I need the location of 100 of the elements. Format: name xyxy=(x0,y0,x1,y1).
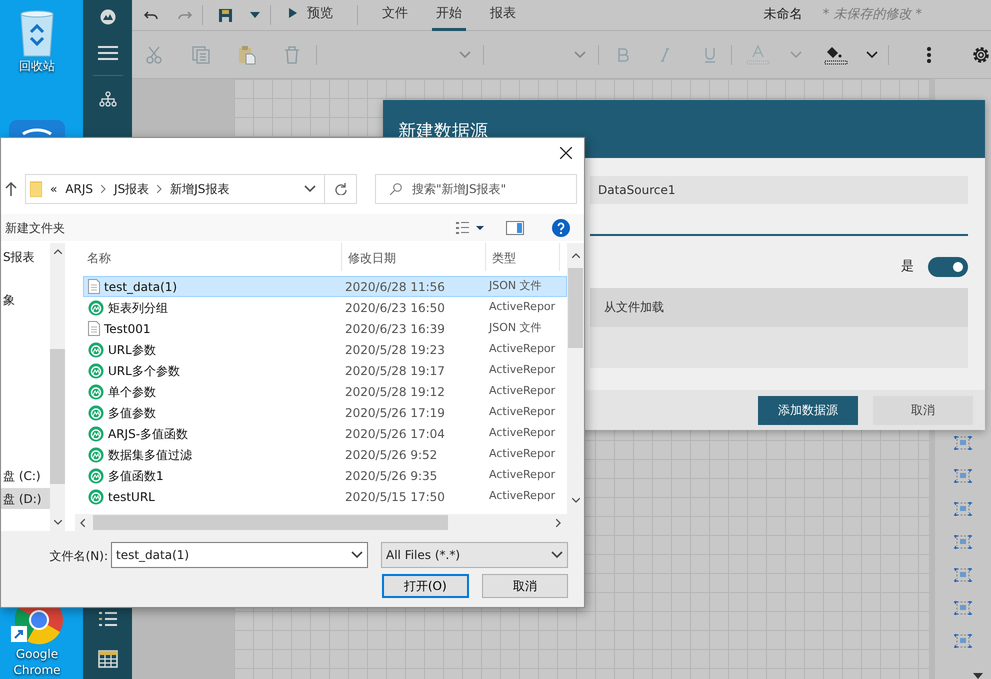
name-field[interactable]: DataSource1 xyxy=(590,176,968,204)
preview-button[interactable]: 预览 xyxy=(285,0,337,30)
refresh-icon[interactable] xyxy=(334,183,346,195)
file-name: ARJS-多值函数 xyxy=(108,426,188,442)
settings-icon[interactable] xyxy=(971,44,991,64)
scroll-right-icon[interactable] xyxy=(556,518,561,526)
layout-icon[interactable] xyxy=(954,634,972,648)
layout-icon[interactable] xyxy=(954,601,972,615)
toggle-label: 是 xyxy=(901,258,914,276)
path-segment[interactable]: 新增JS报表 xyxy=(170,180,230,198)
file-type: ActiveRepor xyxy=(488,425,556,442)
font-color-icon[interactable] xyxy=(746,44,770,64)
toggle-switch[interactable] xyxy=(928,257,968,277)
file-row[interactable]: 数据集多值过滤 2020/5/26 9:52 ActiveRepor xyxy=(83,444,567,465)
menu-tab[interactable]: 报表 xyxy=(486,0,520,30)
view-options-icon[interactable] xyxy=(456,222,484,234)
file-date: 2020/5/26 9:52 xyxy=(344,446,438,464)
scroll-thumb[interactable] xyxy=(93,515,448,530)
file-date: 2020/5/26 17:04 xyxy=(344,426,446,442)
undo-icon[interactable] xyxy=(144,10,158,20)
caret-icon[interactable] xyxy=(351,551,363,559)
report-file-icon xyxy=(88,404,104,420)
nav-item[interactable]: 盘 (C:) xyxy=(1,465,50,486)
layout-icon[interactable] xyxy=(954,469,972,483)
folder-icon xyxy=(30,181,42,197)
report-file-icon xyxy=(88,446,104,462)
menu-icon[interactable] xyxy=(98,45,118,61)
layout-icon[interactable] xyxy=(954,568,972,582)
source-option[interactable]: 从文件加载 xyxy=(590,288,968,327)
nav-item[interactable]: 盘 (D:) xyxy=(1,488,50,509)
scroll-thumb[interactable] xyxy=(50,349,65,484)
column-header[interactable]: 名称 xyxy=(75,243,342,271)
file-type: JSON 文件 xyxy=(488,278,543,294)
caret-icon[interactable] xyxy=(250,12,260,18)
layout-icon[interactable] xyxy=(954,436,972,450)
file-type: ActiveRepor xyxy=(488,362,556,378)
address-bar[interactable]: « ARJS JS报表 新增JS报表 xyxy=(25,174,357,204)
search-field[interactable]: 搜索"新增JS报表" xyxy=(375,174,577,204)
menu-tab[interactable]: 文件 xyxy=(378,0,412,30)
save-icon[interactable] xyxy=(219,8,232,22)
file-type: ActiveRepor xyxy=(488,446,556,462)
file-type-select[interactable]: All Files (*.*) xyxy=(381,542,568,568)
table-icon[interactable] xyxy=(98,650,118,668)
help-icon[interactable] xyxy=(552,218,570,236)
play-icon xyxy=(289,8,297,18)
nav-item[interactable]: 象 xyxy=(1,289,50,310)
source-box[interactable]: 从文件加载 xyxy=(590,288,968,368)
column-header[interactable]: 类型 xyxy=(486,243,560,271)
file-row[interactable]: URL多个参数 2020/5/28 19:17 ActiveRepor xyxy=(83,360,567,381)
caret-icon[interactable] xyxy=(304,185,316,193)
scroll-up-icon[interactable] xyxy=(572,253,580,258)
filename-label: 文件名(N): xyxy=(48,548,109,565)
scroll-left-icon[interactable] xyxy=(80,518,85,526)
up-arrow-icon[interactable] xyxy=(5,182,17,196)
file-row[interactable]: 多值参数 2020/5/26 17:19 ActiveRepor xyxy=(83,402,567,423)
file-name: Test001 xyxy=(104,320,151,338)
file-row[interactable]: 多值函数1 2020/5/26 9:35 ActiveRepor xyxy=(83,465,567,486)
layout-icon[interactable] xyxy=(954,535,972,549)
nav-item[interactable]: S报表 xyxy=(1,246,50,267)
caret-icon[interactable] xyxy=(866,50,878,58)
path-prefix: « xyxy=(50,181,58,198)
report-file-icon xyxy=(88,342,104,358)
file-row[interactable]: 矩表列分组 2020/6/23 16:50 ActiveRepor xyxy=(83,297,567,318)
file-date: 2020/6/23 16:39 xyxy=(344,320,446,338)
file-type: ActiveRepor xyxy=(488,341,556,358)
file-row[interactable]: testURL 2020/5/15 17:50 ActiveRepor xyxy=(83,486,567,507)
file-row[interactable]: 单个参数 2020/5/28 19:12 ActiveRepor xyxy=(83,381,567,402)
list-icon[interactable] xyxy=(98,612,116,626)
dropdown-icon[interactable] xyxy=(973,673,983,679)
cancel-button[interactable]: 取消 xyxy=(482,574,568,598)
scroll-down-icon[interactable] xyxy=(54,520,62,525)
file-row[interactable]: URL参数 2020/5/28 19:23 ActiveRepor xyxy=(83,339,567,360)
column-header[interactable]: 修改日期 xyxy=(342,243,486,271)
file-type: ActiveRepor xyxy=(488,488,556,504)
path-segment[interactable]: JS报表 xyxy=(114,180,150,198)
app-icon[interactable] xyxy=(9,120,65,137)
file-row[interactable]: test_data(1) 2020/6/28 11:56 JSON 文件 xyxy=(83,276,567,297)
report-file-icon xyxy=(88,300,104,316)
scroll-down-icon[interactable] xyxy=(572,498,580,503)
report-file-icon xyxy=(88,468,104,484)
scroll-up-icon[interactable] xyxy=(54,249,62,254)
add-datasource-button[interactable]: 添加数据源 xyxy=(758,396,858,424)
scroll-thumb[interactable] xyxy=(568,268,583,348)
new-folder-button[interactable]: 新建文件夹 xyxy=(5,218,65,236)
cancel-button[interactable]: 取消 xyxy=(873,396,973,424)
file-date: 2020/5/28 19:12 xyxy=(344,384,446,400)
file-row[interactable]: ARJS-多值函数 2020/5/26 17:04 ActiveRepor xyxy=(83,423,567,444)
filename-field[interactable]: test_data(1) xyxy=(111,542,368,568)
open-button[interactable]: 打开(O) xyxy=(382,574,468,598)
logo-icon[interactable] xyxy=(98,7,116,25)
fill-color-icon[interactable] xyxy=(824,44,848,64)
caret-icon[interactable] xyxy=(551,551,563,559)
preview-pane-icon[interactable] xyxy=(506,220,524,234)
document-icon xyxy=(88,321,100,336)
path-segment[interactable]: ARJS xyxy=(65,180,94,198)
more-icon[interactable] xyxy=(927,46,931,62)
layout-icon[interactable] xyxy=(954,502,972,516)
file-row[interactable]: Test001 2020/6/23 16:39 JSON 文件 xyxy=(83,318,567,339)
hierarchy-icon[interactable] xyxy=(98,91,116,107)
search-icon xyxy=(390,183,402,195)
